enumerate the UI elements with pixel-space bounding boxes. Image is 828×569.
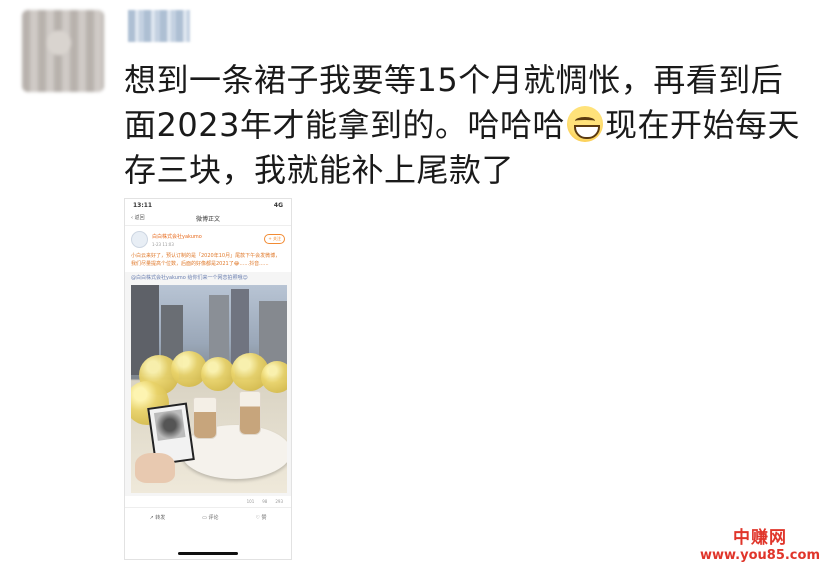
- grinning-emoji-icon: [566, 106, 603, 142]
- drink-cup: [239, 391, 261, 435]
- status-time: 13:11: [133, 201, 153, 209]
- phone-nav-bar: ‹ 返回 微博正文: [125, 211, 291, 226]
- username-blurred[interactable]: [128, 10, 190, 42]
- post-text: 想到一条裙子我要等15个月就惆怅，再看到后面2023年才能拿到的。哈哈哈 现在开始…: [124, 58, 814, 193]
- weibo-avatar[interactable]: [131, 231, 148, 248]
- stat-reposts: 101: [246, 499, 255, 504]
- balloon: [261, 361, 287, 393]
- hand: [135, 453, 175, 483]
- weibo-header: 白白株式会社yakumo 1-23 11:03 + 关注: [125, 226, 291, 250]
- avatar[interactable]: [22, 10, 104, 92]
- retweet-block[interactable]: @白白株式会社yakumo 给你们来一个网恋拍照哦😉: [125, 272, 291, 496]
- retweet-photo[interactable]: [131, 285, 287, 493]
- phone-status-bar: 13:11 4G: [125, 199, 291, 211]
- watermark: 中赚网 www.you85.com: [700, 523, 820, 563]
- stat-comments: 98: [262, 499, 268, 504]
- watermark-title: 中赚网: [732, 528, 787, 548]
- drink-cup: [193, 397, 217, 439]
- weibo-author[interactable]: 白白株式会社yakumo: [152, 233, 202, 240]
- stat-likes: 293: [275, 499, 283, 504]
- photo-card-image: [153, 409, 186, 441]
- status-signal: 4G: [273, 201, 283, 209]
- repost-button[interactable]: ↗ 转发: [149, 514, 165, 521]
- watermark-url: www.you85.com: [699, 548, 820, 563]
- weibo-time: 1-23 11:03: [152, 241, 174, 247]
- comment-button[interactable]: ▭ 评论: [202, 514, 218, 521]
- home-indicator: [178, 552, 238, 555]
- weibo-actions: ↗ 转发 ▭ 评论 ♡ 赞: [125, 507, 291, 527]
- balloon: [201, 357, 235, 391]
- weibo-stats: 101 98 293: [125, 496, 291, 507]
- weibo-text: 小白云来好了，预认订制的是「2020年10月」尾款下午会发微博，我们尽量提高个位…: [131, 253, 281, 267]
- nav-title: 微博正文: [195, 215, 220, 223]
- phone-screenshot[interactable]: 13:11 4G ‹ 返回 微博正文 白白株式会社yakumo 1-23 11:…: [124, 198, 292, 560]
- retweet-text: @白白株式会社yakumo 给你们来一个网恋拍照哦😉: [131, 275, 248, 281]
- back-button[interactable]: ‹ 返回: [131, 214, 145, 221]
- follow-button[interactable]: + 关注: [264, 234, 285, 244]
- like-button[interactable]: ♡ 赞: [255, 514, 266, 521]
